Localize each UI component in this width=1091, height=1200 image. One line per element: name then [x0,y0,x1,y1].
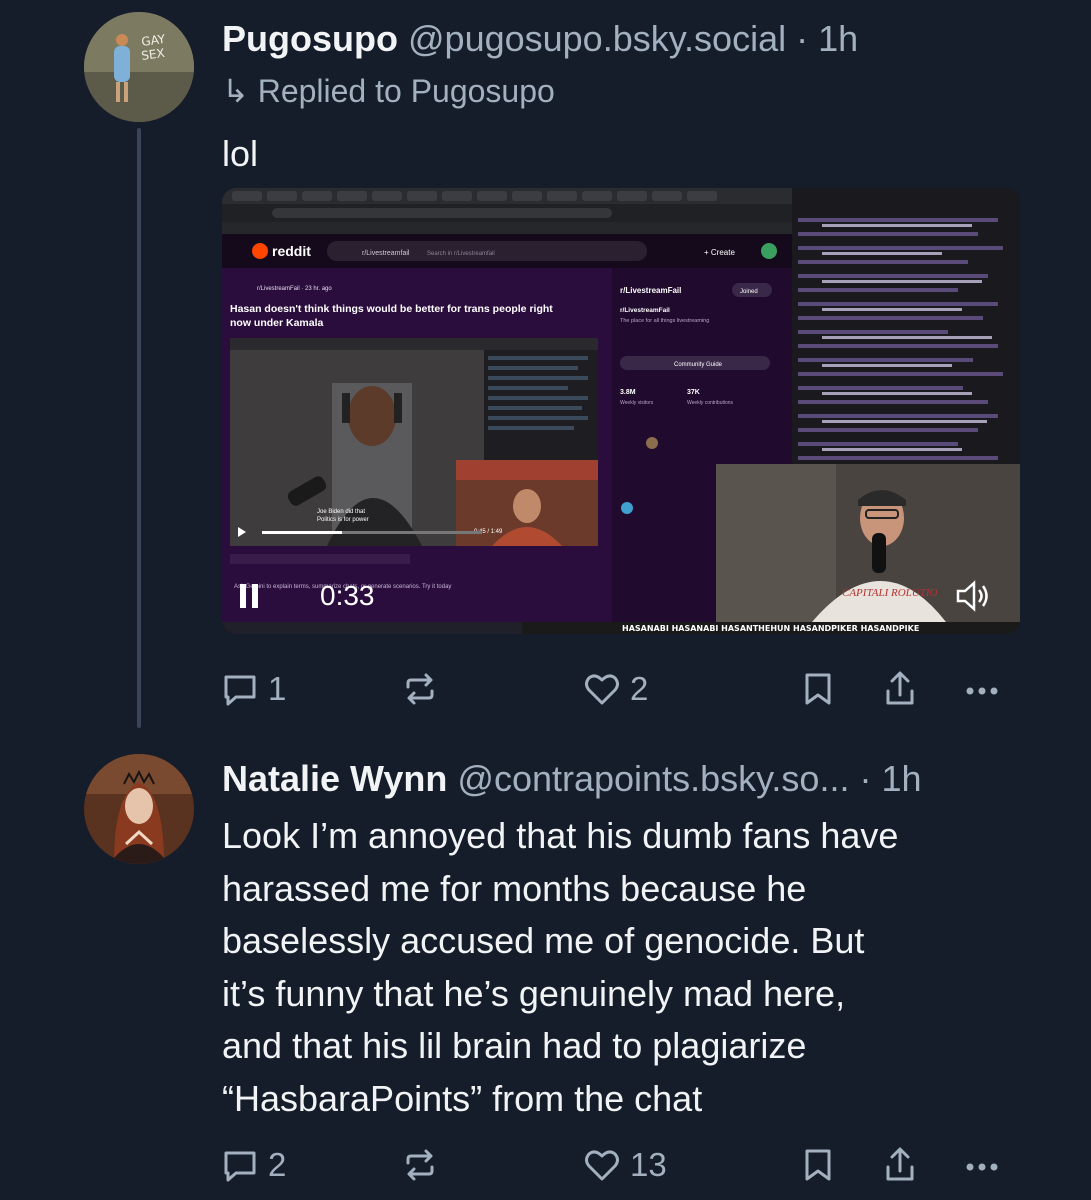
share-button[interactable] [880,1140,920,1190]
more-button[interactable] [962,1140,1002,1190]
reply-icon [220,669,260,709]
reply-count: 2 [268,1146,287,1183]
like-button[interactable]: 2 [582,664,648,714]
reply-icon [220,1145,260,1185]
repost-button[interactable] [400,664,440,714]
svg-text:now under Kamala: now under Kamala [230,317,324,329]
reply-button[interactable]: 2 [220,1140,286,1190]
video-frame: reddit r/Livestreamfail Search in r/Live… [222,188,1020,634]
svg-text:r/LivestreamFail: r/LivestreamFail [620,307,670,314]
repost-icon [400,1145,440,1185]
svg-text:Community Guide: Community Guide [674,362,723,368]
post-natalie-wynn[interactable]: Natalie Wynn @contrapoints.bsky.so... · … [0,740,1091,1200]
ticker: HASANABI HASANABI HASANTHEHUN HASANDPIKE… [622,624,919,633]
avatar[interactable]: GAY SEX [84,12,194,122]
svg-text:Joe Biden did that: Joe Biden did that [317,509,365,515]
post-actions: 1 2 [220,664,1020,714]
video-embed[interactable]: reddit r/Livestreamfail Search in r/Live… [222,188,1020,634]
separator: · [796,18,809,59]
svg-text:Politics is for power: Politics is for power [317,517,369,523]
svg-text:Joined: Joined [740,289,758,295]
volume-icon[interactable] [952,576,992,616]
sidebar-title: r/LivestreamFail [620,286,681,295]
post-header: Pugosupo @pugosupo.bsky.social · 1h [222,18,858,60]
svg-text:r/Livestreamfail: r/Livestreamfail [362,250,410,257]
video-timestamp: 0:33 [320,580,375,611]
svg-text:+ Create: + Create [704,248,735,257]
bookmark-icon [798,669,838,709]
avatar[interactable] [84,754,194,864]
svg-text:Weekly visitors: Weekly visitors [620,400,654,406]
share-icon [880,1145,920,1185]
more-button[interactable] [962,664,1002,714]
like-icon [582,1145,622,1185]
repost-button[interactable] [400,1140,440,1190]
post-header: Natalie Wynn @contrapoints.bsky.so... · … [222,758,922,800]
handle[interactable]: @contrapoints.bsky.so... [457,758,849,799]
svg-text:Weekly contributions: Weekly contributions [687,400,734,406]
reddit-brand: reddit [272,243,311,259]
streamer-shirt: CAPITALI ROLUTIO [842,587,937,599]
post-text: Look I’m annoyed that his dumb fans have… [222,815,899,1119]
handle[interactable]: @pugosupo.bsky.social [408,18,786,59]
like-icon [582,669,622,709]
like-button[interactable]: 13 [582,1140,667,1190]
svg-text:The place for all things lives: The place for all things livestreaming [620,318,709,324]
replied-to[interactable]: ↳ Replied to Pugosupo [222,72,555,110]
timestamp[interactable]: 1h [818,18,858,59]
share-icon [880,669,920,709]
more-icon [962,1145,1002,1185]
svg-text:37K: 37K [687,389,700,396]
post-pugosupo[interactable]: GAY SEX Pugosupo @pugosupo.bsky.social ·… [0,0,1091,728]
display-name[interactable]: Natalie Wynn [222,758,447,799]
share-button[interactable] [880,664,920,714]
separator: · [859,758,872,799]
like-count: 13 [630,1146,667,1183]
post-actions: 2 13 [220,1140,1020,1190]
repost-icon [400,669,440,709]
reply-count: 1 [268,670,287,707]
reddit-post-title: Hasan doesn't think things would be bett… [230,303,553,315]
replied-to-label: Replied to Pugosupo [257,73,555,109]
display-name[interactable]: Pugosupo [222,18,398,59]
timestamp[interactable]: 1h [881,758,921,799]
video-controls: 0:33 [232,573,375,619]
bookmark-icon [798,1145,838,1185]
bookmark-button[interactable] [798,664,838,714]
svg-text:r/LivestreamFail · 23 hr. ago: r/LivestreamFail · 23 hr. ago [257,286,332,292]
reply-arrow-icon: ↳ [222,73,249,109]
svg-text:3.8M: 3.8M [620,389,636,396]
more-icon [962,669,1002,709]
bookmark-button[interactable] [798,1140,838,1190]
reply-button[interactable]: 1 [220,664,286,714]
thread-line [137,128,141,728]
post-text: lol [222,133,259,174]
like-count: 2 [630,670,649,707]
pause-icon[interactable] [232,576,272,616]
svg-text:Search in r/Livestreamfail: Search in r/Livestreamfail [427,251,495,257]
